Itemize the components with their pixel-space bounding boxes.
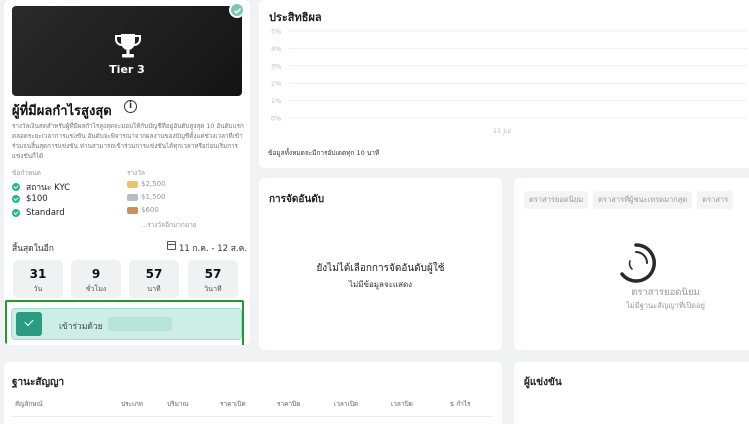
loading-spinner-icon [620, 243, 656, 283]
instruments-card: ตราสารยอดนิยม ตราสารที่ผู้ชนะเทรดมากสุด … [514, 178, 749, 350]
redacted-account-name [108, 317, 172, 331]
date-range: 11 ก.ค. - 12 ส.ค. [179, 244, 248, 254]
trophy-icon [115, 34, 141, 58]
checkmark-icon [16, 312, 42, 336]
calendar-icon [167, 241, 176, 250]
tab-winners-instruments[interactable]: ตราสารที่ผู้ชนะเทรดมากสุด [593, 191, 693, 209]
performance-chart: 5% 4% 3% 2% 1% 0% 11 Jul [271, 28, 747, 135]
reward-item: $1,500 [127, 193, 166, 201]
ranking-empty-subtitle: ไม่มีข้อมูลจะแสดง [348, 280, 413, 289]
column-header[interactable]: เวลาเปิด [334, 399, 358, 409]
join-with-account-button[interactable]: เข้าร่วมด้วย [11, 308, 242, 340]
ends-in-label: สิ้นสุดในอีก [12, 244, 54, 254]
bronze-coins-icon [127, 206, 138, 214]
header-divider [12, 416, 492, 417]
performance-card: ประสิทธิผล 5% 4% 3% 2% 1% 0% 11 Jul ข้อมูลทั้ง… [259, 0, 749, 168]
check-circle-icon [12, 209, 20, 217]
tab-instruments[interactable]: ตราสาร [697, 191, 734, 209]
instruments-empty-subtitle: ไม่มีฐานะสัญญาที่เปิดอยู่ [626, 301, 705, 310]
column-header[interactable]: สัญลักษณ์ [15, 399, 43, 409]
x-tick-label: 11 Jul [493, 127, 511, 135]
countdown-seconds: 57 วินาที [188, 260, 238, 298]
y-tick-label: 2% [271, 80, 281, 88]
requirement-item: $100 [12, 194, 48, 204]
update-note: ข้อมูลทั้งหมดจะมีการอัปเดตทุก 10 นาที [268, 149, 380, 157]
competitors-card: ผู้แข่งขัน [514, 362, 749, 424]
requirements-heading: ข้อกำหนด [12, 169, 41, 177]
y-tick-label: 3% [271, 62, 281, 70]
competitors-title: ผู้แข่งขัน [524, 377, 562, 388]
y-tick-label: 0% [271, 115, 281, 123]
column-header[interactable]: เวลาปิด [391, 399, 413, 409]
requirement-item: Standard [12, 208, 65, 218]
verified-check-icon [229, 2, 245, 18]
instrument-tabs: ตราสารยอดนิยม ตราสารที่ผู้ชนะเทรดมากสุด … [524, 191, 734, 209]
join-label: เข้าร่วมด้วย [59, 322, 103, 332]
countdown-minutes: 57 นาที [129, 260, 179, 298]
gold-coins-icon [127, 180, 138, 188]
y-tick-label: 1% [271, 97, 281, 105]
tier-banner: Tier 3 [12, 6, 242, 96]
y-tick-label: 4% [271, 45, 281, 53]
countdown-hours: 9 ชั่วโมง [71, 260, 121, 298]
tab-popular-instruments[interactable]: ตราสารยอดนิยม [524, 191, 589, 209]
ranking-card: การจัดอันดับ ยังไม่ได้เลือกการจัดอันดับผ… [259, 178, 502, 350]
tier-label: Tier 3 [109, 63, 145, 76]
instruments-empty-title: ตราสารยอดนิยม [631, 287, 700, 298]
reward-item: $2,500 [127, 180, 166, 188]
ranking-empty-title: ยังไม่ได้เลือกการจัดอันดับผู้ใช้ [316, 263, 445, 274]
competition-title: ผู้ที่มีผลกำไรสูงสุด [12, 104, 112, 119]
requirement-item: สถานะ KYC [12, 180, 70, 194]
ranking-title: การจัดอันดับ [269, 194, 325, 205]
column-header[interactable]: ราคาเปิด [220, 399, 246, 409]
rewards-more-link[interactable]: ...รางวัลอีกมากมาย [141, 220, 197, 230]
column-header[interactable]: $ กำไร [450, 399, 471, 409]
column-header[interactable]: ประเภท [121, 399, 143, 409]
info-icon[interactable]: i [124, 100, 137, 113]
positions-title: ฐานะสัญญา [12, 377, 65, 388]
rewards-heading: รางวัล [127, 169, 145, 177]
positions-table-header: สัญลักษณ์ ประเภท ปริมาณ ราคาเปิด ราคาปิด… [4, 399, 502, 409]
reward-item: $600 [127, 206, 159, 214]
positions-card: ฐานะสัญญา สัญลักษณ์ ประเภท ปริมาณ ราคาเป… [4, 362, 502, 424]
y-tick-label: 5% [271, 28, 281, 36]
column-header[interactable]: ปริมาณ [167, 399, 189, 409]
check-circle-icon [12, 195, 20, 203]
column-header[interactable]: ราคาปิด [277, 399, 301, 409]
silver-coins-icon [127, 193, 138, 201]
check-circle-icon [12, 183, 20, 191]
competition-card: Tier 3 ผู้ที่มีผลกำไรสูงสุด i รางวัลเงิน… [4, 0, 250, 345]
countdown-days: 31 วัน [13, 260, 63, 298]
competition-description: รางวัลเงินสดสำหรับผู้ที่มีผลกำไรสูงสุดจะ… [12, 123, 244, 160]
